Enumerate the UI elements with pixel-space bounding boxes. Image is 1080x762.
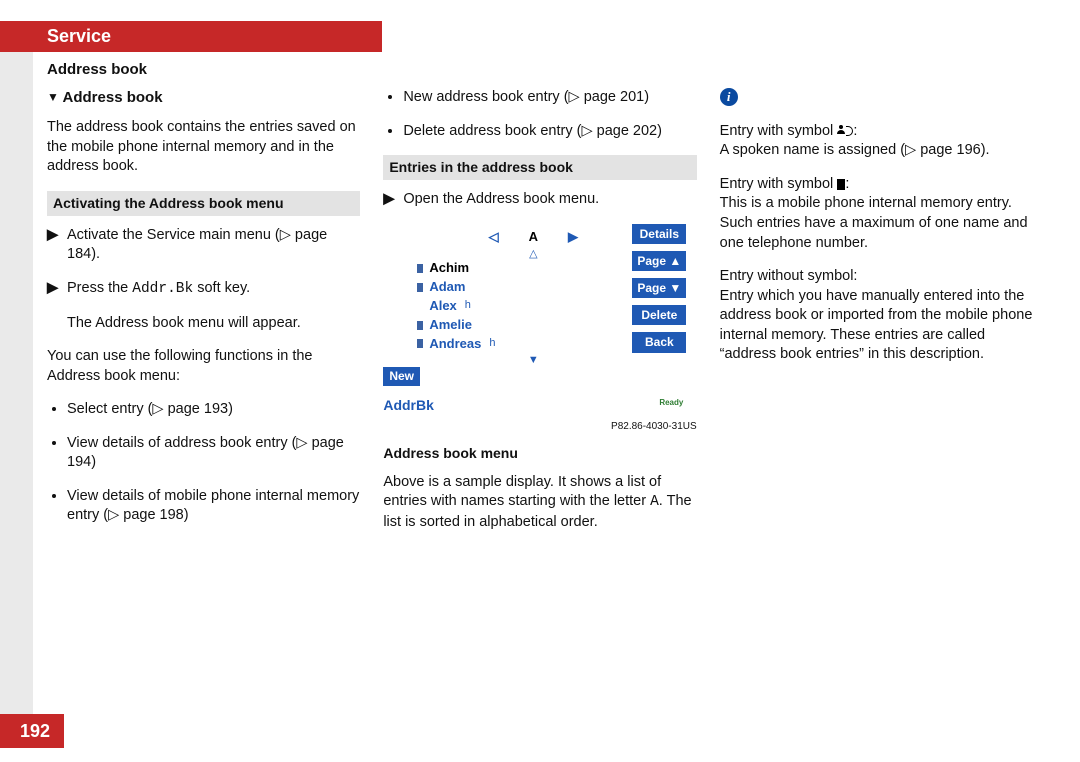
- p2-body: This is a mobile phone internal memory e…: [720, 195, 1028, 250]
- soft-row: New: [383, 367, 683, 387]
- desc-pre: Above is a sample display. It shows a li…: [383, 474, 661, 510]
- sim-icon: [417, 321, 423, 330]
- step2-post: soft key.: [193, 280, 250, 296]
- step-open-addrbk: ▶ Open the Address book menu.: [383, 190, 696, 210]
- list-item: View details of address book entry (▷ pa…: [67, 434, 360, 473]
- side-gray-strip: [0, 52, 33, 745]
- subhead-text: Address book: [63, 89, 163, 106]
- p2-pre: Entry with symbol: [720, 176, 838, 192]
- p3-body: Entry which you have manually entered in…: [720, 288, 1033, 363]
- service-tab: Service: [0, 21, 382, 52]
- down-arrow-icon: ▼: [383, 353, 683, 367]
- p1-body: A spoken name is assigned (▷ page 196).: [720, 142, 990, 158]
- page-number: 192: [0, 714, 64, 748]
- content-columns: ▼ Address book The address book contains…: [47, 88, 1033, 547]
- entry-name: Alex: [429, 297, 456, 316]
- entry-name: Adam: [429, 278, 465, 297]
- step-arrow-icon: ▶: [47, 279, 67, 300]
- column-2: New address book entry (▷ page 201) Dele…: [383, 88, 696, 547]
- step2-pre: Press the: [67, 280, 132, 296]
- h-marker: h: [465, 298, 471, 314]
- desc-letter: A: [650, 494, 659, 510]
- p3-head: Entry without symbol:: [720, 268, 858, 284]
- step-arrow-icon: ▶: [383, 190, 403, 210]
- functions-intro: You can use the following functions in t…: [47, 347, 360, 386]
- step2-mono: Addr.Bk: [132, 281, 193, 297]
- sim-icon: [417, 339, 423, 348]
- softkey-new: New: [383, 367, 420, 385]
- softkey-addrbk: AddrBk: [383, 392, 434, 415]
- softkey-delete: Delete: [632, 305, 686, 325]
- list-item: New address book entry (▷ page 201): [403, 88, 696, 108]
- p-sim-symbol: Entry with symbol : This is a mobile pho…: [720, 175, 1033, 253]
- step-activate-service: ▶ Activate the Service main menu (▷ page…: [47, 226, 360, 265]
- right-arrow-icon: ▶: [568, 228, 578, 246]
- h-marker: h: [489, 336, 495, 352]
- column-3: i Entry with symbol : A spoken name is a…: [720, 88, 1033, 547]
- p1-pre: Entry with symbol: [720, 123, 838, 139]
- softkey-back: Back: [632, 332, 686, 352]
- entry-name: Amelie: [429, 316, 472, 335]
- left-arrow-icon: ◁: [489, 228, 499, 246]
- section-subhead: ▼ Address book: [47, 88, 360, 108]
- step-text: Open the Address book menu.: [403, 190, 696, 210]
- service-tab-label: Service: [47, 24, 111, 48]
- step-result: The Address book menu will appear.: [67, 314, 360, 334]
- page-title: Address book: [47, 60, 147, 80]
- step-arrow-icon: ▶: [47, 226, 67, 265]
- display-screenshot: Details Page ▲ Page ▼ Delete Back ◁ A ▶ …: [383, 224, 683, 417]
- list-item: Select entry (▷ page 193): [67, 400, 360, 420]
- triangle-down-icon: ▼: [47, 90, 59, 104]
- section-activating: Activating the Address book menu: [47, 191, 360, 216]
- figure-caption: Address book menu: [383, 444, 696, 463]
- step-text: Activate the Service main menu (▷ page 1…: [67, 226, 360, 265]
- functions-list-cont: New address book entry (▷ page 201) Dele…: [383, 88, 696, 141]
- entry-name: Andreas: [429, 335, 481, 354]
- section-entries: Entries in the address book: [383, 155, 696, 180]
- entry-name: Achim: [429, 259, 469, 278]
- title-bar: Address book: [0, 60, 382, 80]
- info-icon: i: [720, 88, 738, 106]
- info-icon-row: i: [720, 88, 1033, 108]
- p2-colon: :: [845, 176, 849, 192]
- softkey-column: Details Page ▲ Page ▼ Delete Back: [632, 224, 686, 353]
- softkey-page-up: Page ▲: [632, 251, 686, 271]
- column-1: ▼ Address book The address book contains…: [47, 88, 360, 547]
- voice-tag-icon: [837, 125, 853, 137]
- list-item: View details of mobile phone internal me…: [67, 487, 360, 526]
- step-press-addrbk: ▶ Press the Addr.Bk soft key.: [47, 279, 360, 300]
- part-number: P82.86-4030-31US: [383, 420, 696, 434]
- list-item: Delete address book entry (▷ page 202): [403, 122, 696, 142]
- softkey-page-down: Page ▼: [632, 278, 686, 298]
- sim-icon: [417, 264, 423, 273]
- p1-colon: :: [853, 123, 857, 139]
- p-voice-symbol: Entry with symbol : A spoken name is ass…: [720, 122, 1033, 161]
- functions-list: Select entry (▷ page 193) View details o…: [47, 400, 360, 526]
- intro-paragraph: The address book contains the entries sa…: [47, 118, 360, 177]
- p-no-symbol: Entry without symbol: Entry which you ha…: [720, 267, 1033, 365]
- ready-indicator: Ready: [659, 398, 683, 409]
- softkey-details: Details: [632, 224, 686, 244]
- sim-icon: [417, 283, 423, 292]
- selected-letter: A: [529, 228, 538, 246]
- step-text: Press the Addr.Bk soft key.: [67, 279, 360, 300]
- sample-description: Above is a sample display. It shows a li…: [383, 473, 696, 533]
